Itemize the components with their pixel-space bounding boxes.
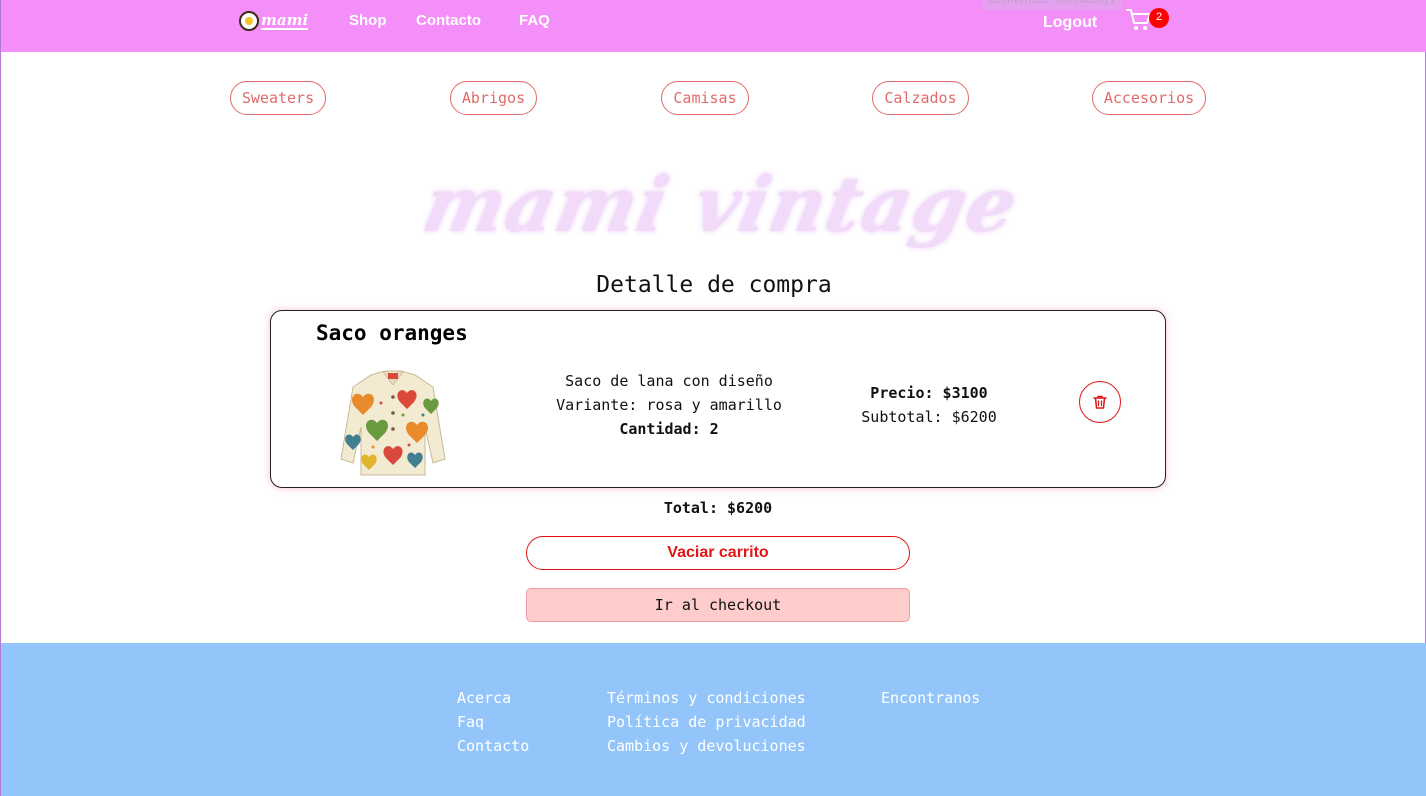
category-abrigos[interactable]: Abrigos [450,81,537,115]
product-details: Saco de lana con diseño Variante: rosa y… [519,369,819,441]
footer-column-3: Encontranos [881,686,980,710]
navbar: mami Shop Contacto FAQ Bienvenido shotao… [1,0,1426,52]
cart-icon[interactable] [1126,8,1152,32]
checkout-button[interactable]: Ir al checkout [526,588,910,622]
product-subtotal: Subtotal: $6200 [861,408,997,426]
product-image [340,370,446,476]
nav-faq[interactable]: FAQ [519,12,550,29]
product-price: Precio: $3100 [870,384,988,402]
cart-total: Total: $6200 [663,499,773,517]
category-calzados[interactable]: Calzados [872,81,969,115]
logo-link[interactable]: mami [239,10,309,31]
cart-count-badge: 2 [1149,8,1169,28]
category-camisas[interactable]: Camisas [661,81,749,115]
category-sweaters[interactable]: Sweaters [230,81,326,115]
page-title: Detalle de compra [596,272,832,298]
nav-shop[interactable]: Shop [349,12,387,29]
nav-contacto[interactable]: Contacto [416,12,481,29]
footer-link-encontranos[interactable]: Encontranos [881,686,980,710]
trash-icon [1093,395,1107,409]
footer-link-faq[interactable]: Faq [457,710,529,734]
footer-link-privacidad[interactable]: Política de privacidad [607,710,806,734]
brand-banner: mami vintage [415,160,1027,249]
product-prices: Precio: $3100 Subtotal: $6200 [829,381,1029,429]
product-name: Saco oranges [316,321,468,345]
footer-column-2: Términos y condiciones Política de priva… [607,686,806,758]
footer-column-1: Acerca Faq Contacto [457,686,529,758]
category-accesorios[interactable]: Accesorios [1092,81,1206,115]
footer-link-terminos[interactable]: Términos y condiciones [607,686,806,710]
remove-item-button[interactable] [1079,381,1121,423]
empty-cart-button[interactable]: Vaciar carrito [526,536,910,570]
product-quantity: Cantidad: 2 [619,420,719,438]
cart-item-card: Saco oranges Saco de lana con diseño Var… [270,310,1166,488]
footer-link-acerca[interactable]: Acerca [457,686,529,710]
logo-text: mami [261,10,309,30]
egg-logo-icon [239,11,259,31]
welcome-tooltip: Bienvenido shotaoduji [983,0,1122,10]
footer-link-contacto[interactable]: Contacto [457,734,529,758]
logout-button[interactable]: Logout [1043,14,1097,32]
product-description: Saco de lana con diseño [565,372,773,390]
footer: Acerca Faq Contacto Términos y condicion… [1,643,1426,796]
footer-link-cambios[interactable]: Cambios y devoluciones [607,734,806,758]
product-variant: Variante: rosa y amarillo [556,396,782,414]
